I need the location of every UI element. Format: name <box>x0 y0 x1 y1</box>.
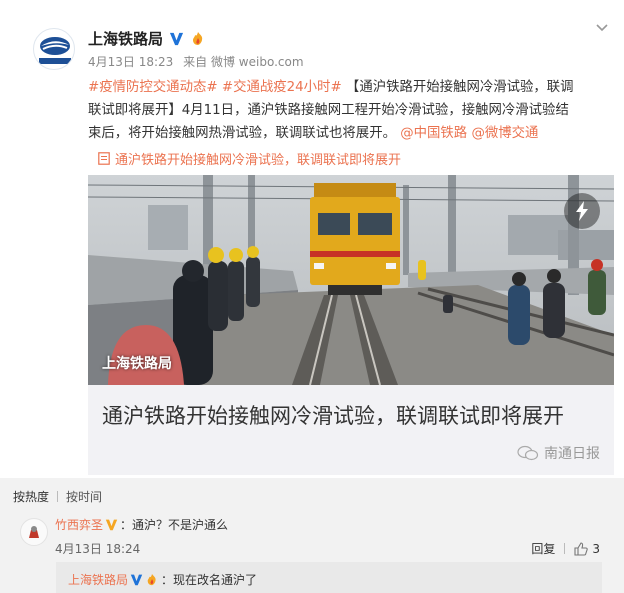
article-source-name: 南通日报 <box>544 446 600 462</box>
verified-v-icon <box>169 32 184 46</box>
post-text-line2: 联试即将展开】4月11日，通沪铁路接触网工程开始冷滑试验，接触网冷滑试验结 <box>88 103 569 118</box>
post-time[interactable]: 4月13日 18:23 <box>88 55 173 69</box>
mention-link[interactable]: @中国铁路 <box>400 126 467 141</box>
divider <box>57 491 59 502</box>
verified-v-icon <box>105 519 118 531</box>
like-count[interactable]: 3 <box>592 542 600 556</box>
commenter-avatar[interactable] <box>20 518 48 546</box>
comment-actions: 回复 3 <box>531 540 600 557</box>
post-meta: 4月13日 18:23 来自 微博 weibo.com <box>88 53 304 70</box>
comment-text: ：通沪？不是沪通么 <box>120 518 229 532</box>
article-title[interactable]: 通沪铁路开始接触网冷滑试验，联调联试即将展开 <box>102 401 600 431</box>
article-card[interactable]: 上海铁路局 通沪铁路开始接触网冷滑试验，联调联试即将展开 南通日报 <box>88 175 614 475</box>
account-avatar[interactable] <box>33 28 75 70</box>
wechat-icon <box>517 445 539 461</box>
reply-author[interactable]: 上海铁路局 <box>68 571 128 588</box>
comment-item: 竹西弈圣 ：通沪？不是沪通么 4月13日 18:24 回复 3 上海铁路局 ：现… <box>12 508 612 593</box>
topic-tag[interactable]: #疫情防控交通动态# <box>88 80 218 95</box>
article-link-text[interactable]: 通沪铁路开始接触网冷滑试验，联调联试即将展开 <box>115 149 401 168</box>
chevron-down-icon[interactable] <box>594 22 610 34</box>
reply-text: ：现在改名通沪了 <box>161 573 258 587</box>
lightning-icon[interactable] <box>564 193 600 229</box>
account-name[interactable]: 上海铁路局 <box>88 28 163 49</box>
reply-body: 上海铁路局 ：现在改名通沪了 <box>68 571 257 588</box>
sort-by-hot[interactable]: 按热度 <box>13 488 49 505</box>
verified-v-icon <box>130 574 143 586</box>
article-link-icon <box>98 152 110 165</box>
comment-body: 竹西弈圣 ：通沪？不是沪通么 <box>55 516 228 533</box>
thumbs-up-icon[interactable] <box>574 541 589 556</box>
comments-section: 按热度 按时间 竹西弈圣 ：通沪？不是沪通么 4月13日 18:24 回复 3 <box>0 478 624 593</box>
post-source[interactable]: 微博 weibo.com <box>211 55 304 69</box>
reply-item: 上海铁路局 ：现在改名通沪了 <box>56 562 602 593</box>
reply-button[interactable]: 回复 <box>531 540 555 557</box>
post-text-line3: 束后，将开始接触网热滑试验，联调联试也将展开。 <box>88 126 396 141</box>
article-source: 南通日报 <box>517 443 600 463</box>
post-text: #疫情防控交通动态# #交通战疫24小时# 【通沪铁路开始接触网冷滑试验，联调 … <box>88 76 618 145</box>
topic-tag[interactable]: #交通战疫24小时# <box>222 80 342 95</box>
mention-link[interactable]: @微博交通 <box>471 126 538 141</box>
post-text-line1: 【通沪铁路开始接触网冷滑试验，联调 <box>341 80 574 95</box>
photo-watermark: 上海铁路局 <box>102 356 172 372</box>
divider <box>564 543 566 554</box>
comment-time: 4月13日 18:24 <box>55 542 141 556</box>
sort-by-time[interactable]: 按时间 <box>66 488 102 505</box>
comment-sort-bar: 按热度 按时间 <box>13 488 102 505</box>
article-link[interactable]: 通沪铁路开始接触网冷滑试验，联调联试即将展开 <box>98 149 401 168</box>
weibo-post: 上海铁路局 4月13日 18:23 来自 微博 weibo.com #疫情防控交… <box>0 0 624 478</box>
article-photo[interactable]: 上海铁路局 <box>88 175 614 385</box>
from-label: 来自 <box>183 55 208 69</box>
fan-flame-icon <box>193 31 203 45</box>
fan-flame-icon <box>147 573 156 585</box>
commenter-name[interactable]: 竹西弈圣 <box>55 516 103 533</box>
